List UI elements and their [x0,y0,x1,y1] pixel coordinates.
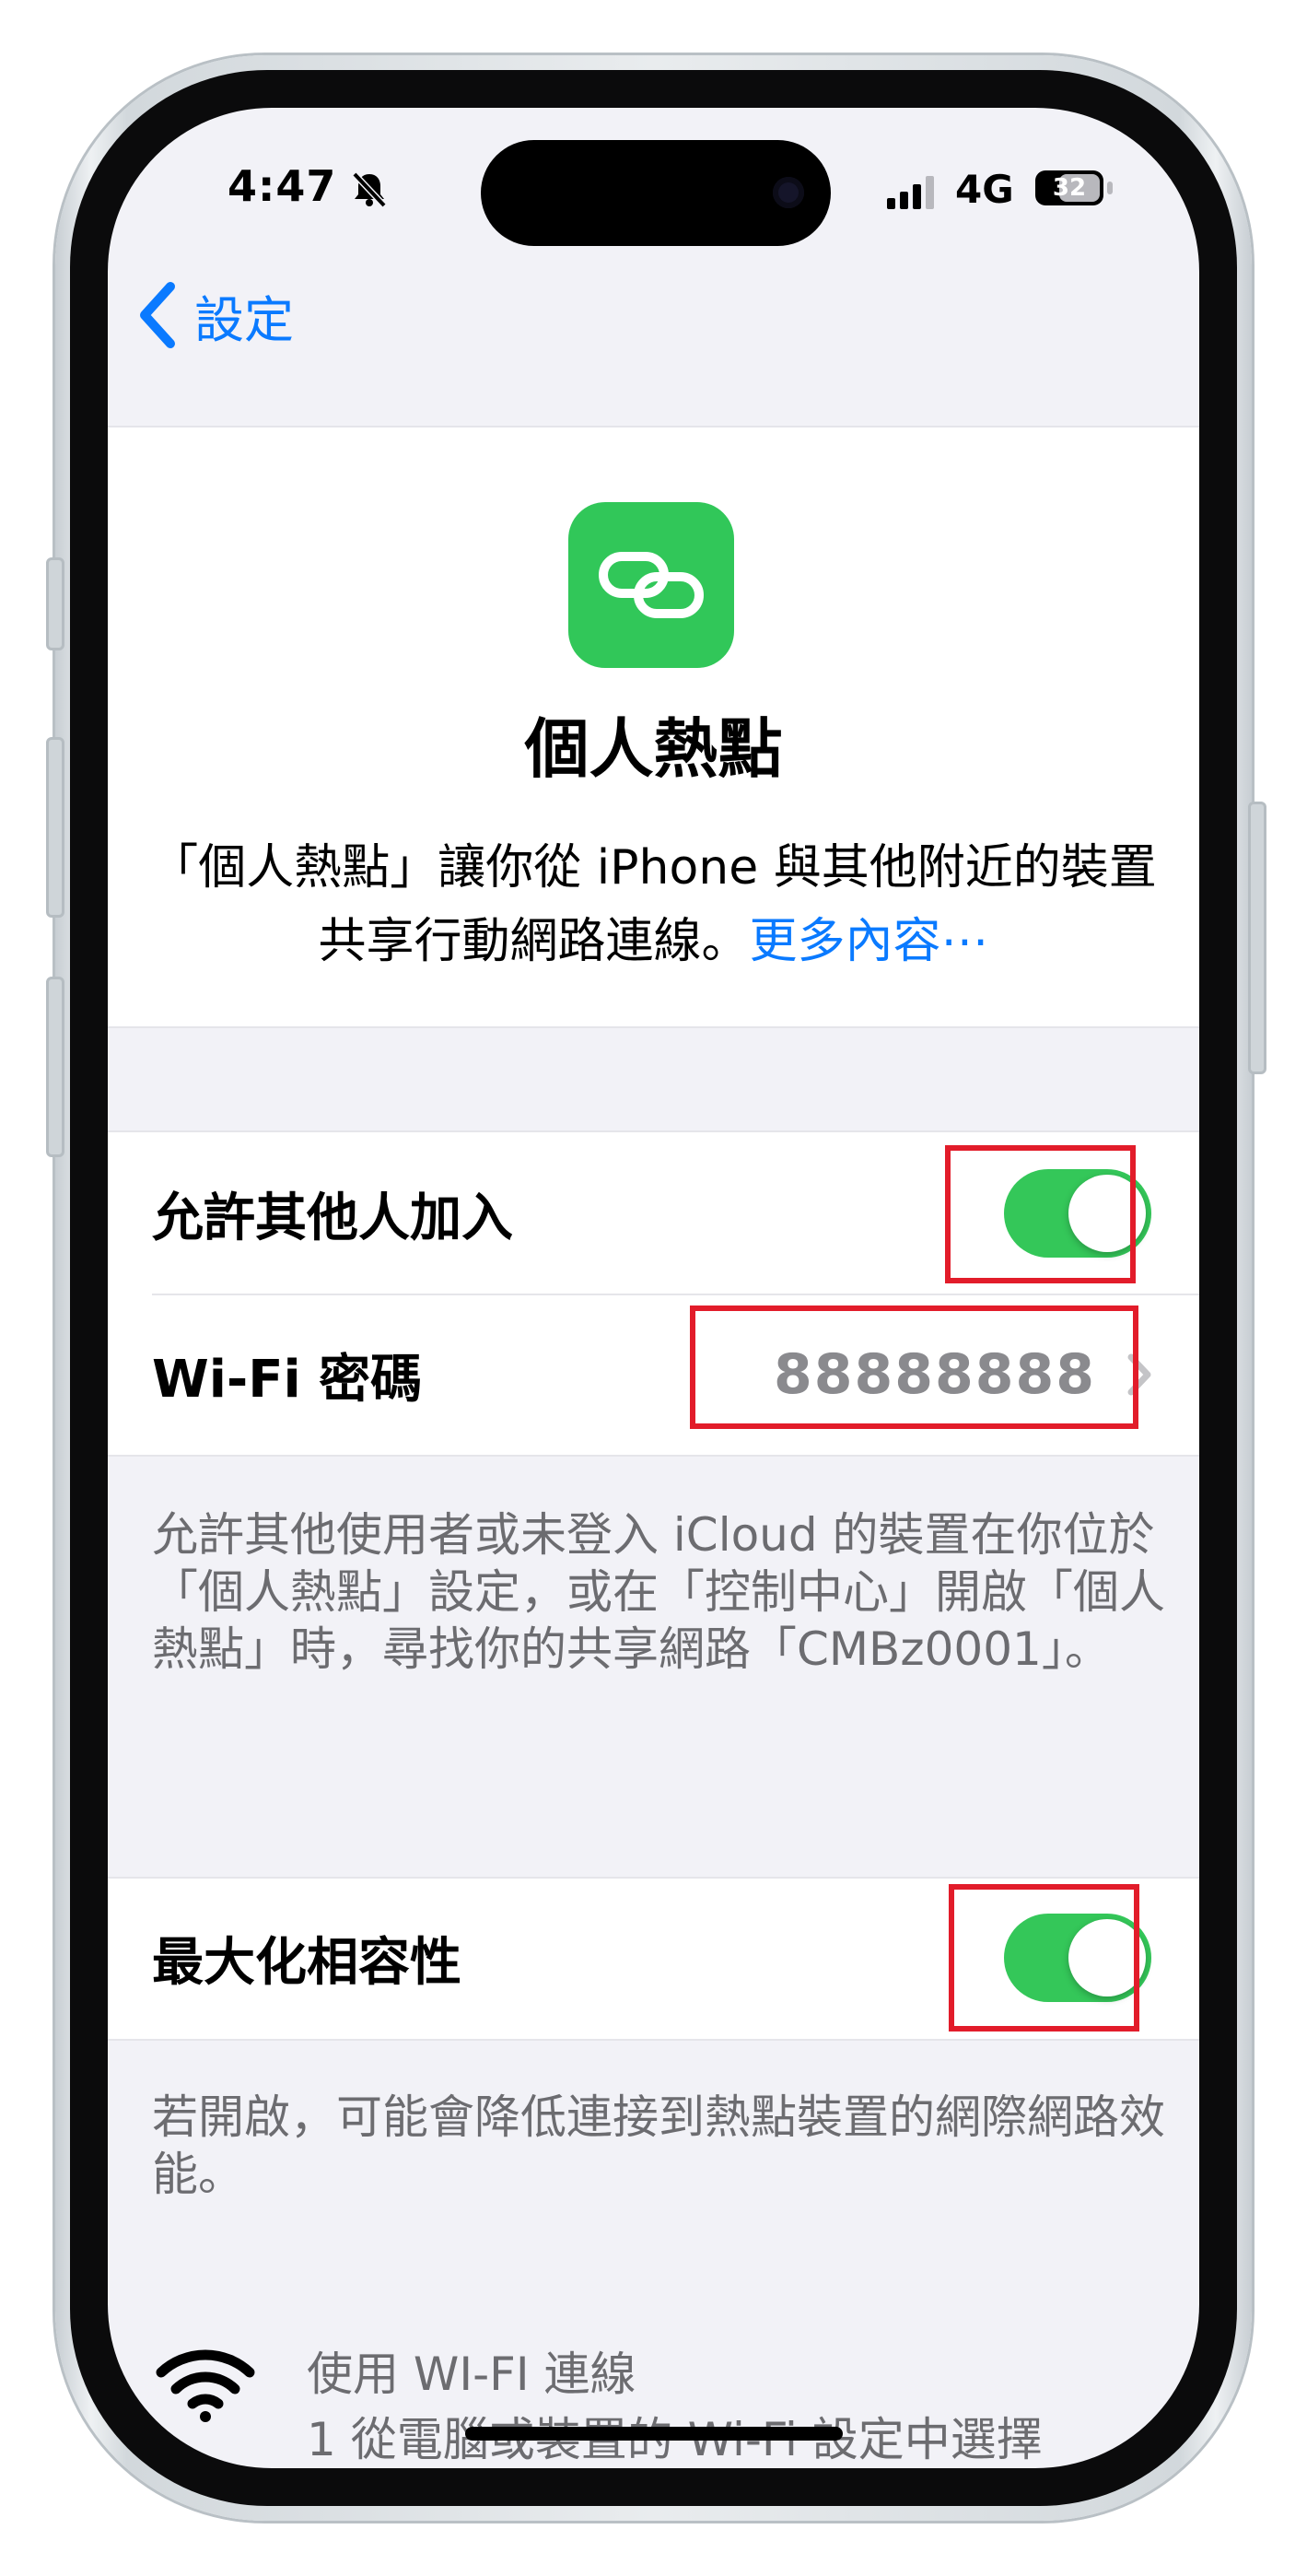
compat-highlight-box [949,1884,1139,2032]
max-compat-footnote: 若開啟，可能會降低連接到熱點裝置的網際網路效能。 [152,2090,1165,2201]
allow-others-footnote: 允許其他使用者或未登入 iCloud 的裝置在你位於「個人熱點」設定，或在「控制… [152,1508,1165,1676]
battery-cap [1107,181,1113,194]
allow-others-label: 允許其他人加入 [152,1188,513,1248]
toggle-highlight-box [945,1145,1136,1283]
power-button [1248,802,1266,1074]
action-button [46,557,64,650]
link-icon [599,552,704,618]
status-time: 4:47 [228,161,337,211]
volume-down-button [46,977,64,1157]
wifi-icon [156,2349,255,2422]
home-indicator[interactable] [465,2427,843,2441]
front-camera [773,177,804,208]
battery-level: 32 [1052,174,1087,202]
cellular-signal-icon [887,176,934,209]
wifi-instructions-title: 使用 WI-FI 連線 [307,2348,636,2401]
description-text: 「個人熱點」讓你從 iPhone 與其他附近的裝置共享行動網路連線。 [150,840,1157,969]
back-button[interactable]: 設定 [135,274,294,357]
bell-slash-icon [352,171,387,208]
password-highlight-box [690,1306,1138,1429]
back-label: 設定 [194,290,294,349]
chevron-left-icon [140,282,175,348]
network-type: 4G [955,167,1014,212]
wifi-password-label: Wi-Fi 密碼 [152,1349,423,1410]
screen: 4:47 4G 32 設定 個人熱點 「個人熱點」讓你從 iPhone 與其他附 [108,108,1199,2468]
battery-icon: 32 [1035,170,1103,205]
more-info-link[interactable]: 更多內容⋯ [750,914,989,969]
volume-up-button [46,737,64,918]
page-title: 個人熱點 [524,711,783,787]
personal-hotspot-app-icon [568,502,734,668]
max-compat-label: 最大化相容性 [152,1932,461,1993]
header-description: 「個人熱點」讓你從 iPhone 與其他附近的裝置共享行動網路連線。更多內容⋯ [145,831,1162,978]
